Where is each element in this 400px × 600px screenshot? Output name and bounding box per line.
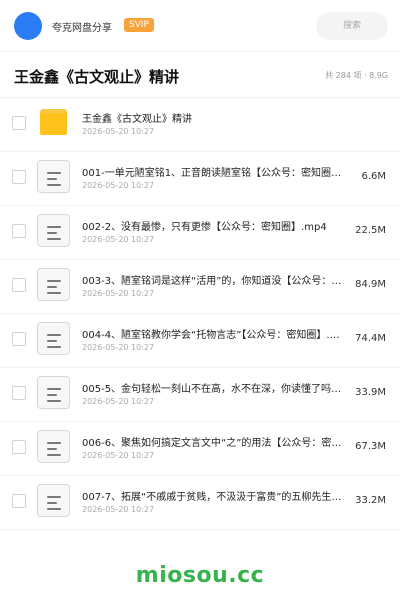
file-date: 2026-05-20 10:27 [82, 181, 155, 190]
file-date: 2026-05-20 10:27 [82, 397, 155, 406]
file-date: 2026-05-20 10:27 [82, 127, 155, 136]
title-bar: 王金鑫《古文观止》精讲 共 284 项 · 8.9G [0, 52, 400, 98]
file-size: 33.2M [355, 495, 386, 506]
file-name[interactable]: 001-一单元陋室铭1、正音朗读陋室铭【公众号：密知圈】.mp4 [82, 164, 342, 179]
file-date: 2026-05-20 10:27 [82, 505, 155, 514]
file-name[interactable]: 004-4、陋室铭教你学会“托物言志”【公众号：密知圈】.mp4 [82, 326, 342, 341]
file-row[interactable]: 007-7、拓展“不戚戚于贫贱，不汲汲于富贵”的五柳先生.mp4 2026-05… [0, 476, 400, 530]
select-checkbox[interactable] [12, 386, 26, 400]
file-thumb [37, 322, 70, 355]
file-name[interactable]: 王金鑫《古文观止》精讲 [82, 110, 382, 125]
select-checkbox[interactable] [12, 116, 26, 130]
file-thumb [37, 160, 70, 193]
page-title: 王金鑫《古文观止》精讲 [14, 68, 180, 86]
file-thumb [37, 106, 70, 139]
file-row[interactable]: 004-4、陋室铭教你学会“托物言志”【公众号：密知圈】.mp4 2026-05… [0, 314, 400, 368]
user-avatar[interactable] [14, 12, 42, 40]
file-size: 67.3M [355, 441, 386, 452]
select-checkbox[interactable] [12, 224, 26, 238]
select-checkbox[interactable] [12, 494, 26, 508]
document-icon [37, 160, 70, 193]
select-checkbox[interactable] [12, 278, 26, 292]
file-list: 王金鑫《古文观止》精讲 2026-05-20 10:27 001-一单元陋室铭1… [0, 98, 400, 530]
file-name[interactable]: 003-3、陋室铭词是这样“活用”的，你知道没【公众号：密知圈】.mp4 [82, 272, 342, 287]
document-icon [37, 484, 70, 517]
document-icon [37, 214, 70, 247]
file-name[interactable]: 002-2、没有最惨，只有更惨【公众号：密知圈】.mp4 [82, 218, 342, 233]
file-size: 22.5M [355, 225, 386, 236]
document-icon [37, 430, 70, 463]
file-size: 33.9M [355, 387, 386, 398]
document-icon [37, 376, 70, 409]
file-name[interactable]: 006-6、聚焦如何搞定文言文中“之”的用法【公众号：密知圈】.mp4 [82, 434, 342, 449]
select-checkbox[interactable] [12, 170, 26, 184]
folder-icon [40, 109, 67, 135]
file-date: 2026-05-20 10:27 [82, 451, 155, 460]
file-size: 74.4M [355, 333, 386, 344]
file-summary: 共 284 项 · 8.9G [325, 71, 388, 80]
file-row[interactable]: 002-2、没有最惨，只有更惨【公众号：密知圈】.mp4 2026-05-20 … [0, 206, 400, 260]
file-size: 6.6M [361, 171, 386, 182]
user-name[interactable]: 夸克网盘分享 [52, 19, 112, 34]
select-checkbox[interactable] [12, 332, 26, 346]
file-row[interactable]: 006-6、聚焦如何搞定文言文中“之”的用法【公众号：密知圈】.mp4 2026… [0, 422, 400, 476]
file-thumb [37, 484, 70, 517]
file-date: 2026-05-20 10:27 [82, 289, 155, 298]
file-size: 84.9M [355, 279, 386, 290]
file-date: 2026-05-20 10:27 [82, 235, 155, 244]
document-icon [37, 322, 70, 355]
file-thumb [37, 376, 70, 409]
file-thumb [37, 268, 70, 301]
svip-badge: SVIP [124, 18, 154, 32]
file-row[interactable]: 003-3、陋室铭词是这样“活用”的，你知道没【公众号：密知圈】.mp4 202… [0, 260, 400, 314]
file-name[interactable]: 007-7、拓展“不戚戚于贫贱，不汲汲于富贵”的五柳先生.mp4 [82, 488, 342, 503]
file-thumb [37, 430, 70, 463]
document-icon [37, 268, 70, 301]
search-input[interactable]: 搜索 [316, 12, 388, 40]
watermark-text: miosou.cc [135, 563, 265, 588]
file-row[interactable]: 王金鑫《古文观止》精讲 2026-05-20 10:27 [0, 98, 400, 152]
top-bar: 夸克网盘分享 SVIP 搜索 [0, 0, 400, 52]
file-name[interactable]: 005-5、金句轻松一刻山不在高，水不在深，你读懂了吗.mp4 [82, 380, 342, 395]
file-row[interactable]: 005-5、金句轻松一刻山不在高，水不在深，你读懂了吗.mp4 2026-05-… [0, 368, 400, 422]
file-thumb [37, 214, 70, 247]
select-checkbox[interactable] [12, 440, 26, 454]
file-date: 2026-05-20 10:27 [82, 343, 155, 352]
file-row[interactable]: 001-一单元陋室铭1、正音朗读陋室铭【公众号：密知圈】.mp4 2026-05… [0, 152, 400, 206]
